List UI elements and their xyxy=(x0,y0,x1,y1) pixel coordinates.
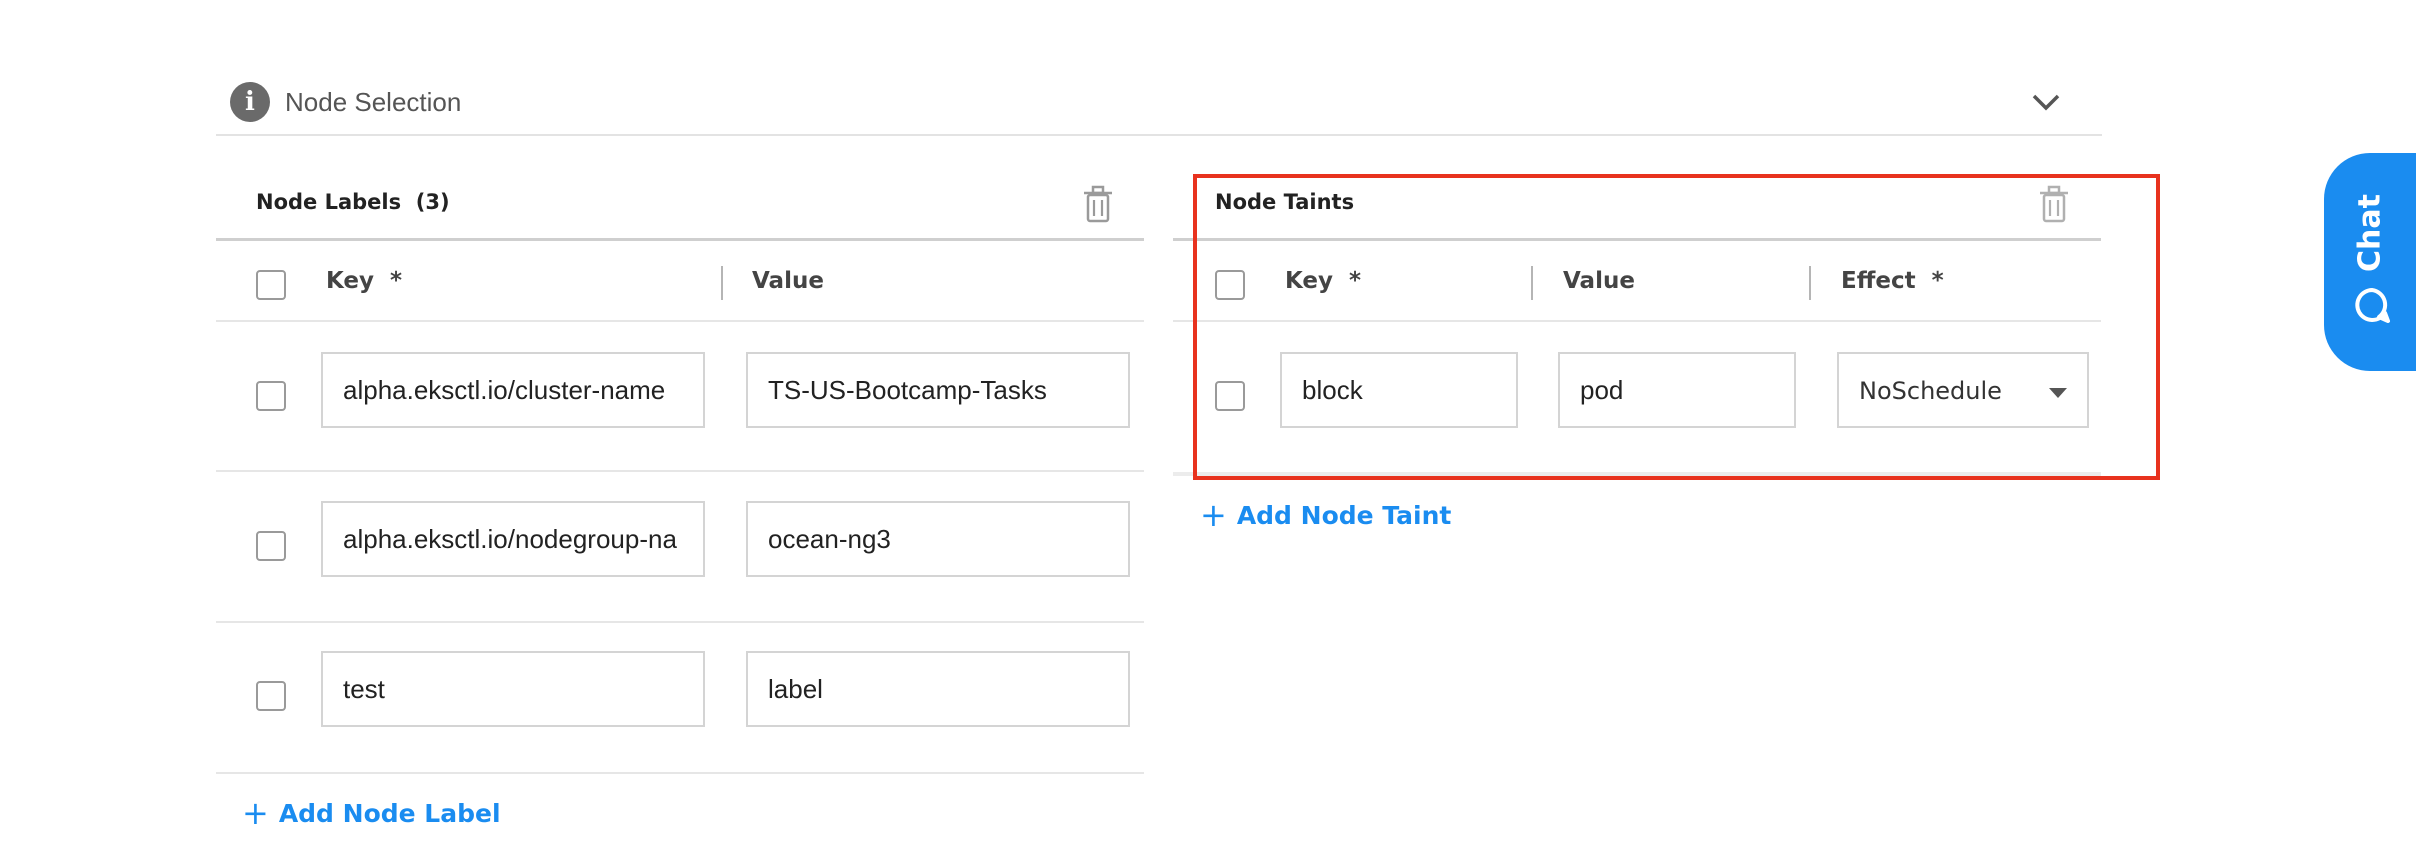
info-icon: i xyxy=(230,82,270,122)
label-key-input[interactable]: test xyxy=(321,651,705,727)
label-value-input[interactable]: TS-US-Bootcamp-Tasks xyxy=(746,352,1130,428)
label-key-input[interactable]: alpha.eksctl.io/cluster-name xyxy=(321,352,705,428)
select-all-labels-checkbox[interactable] xyxy=(256,270,286,300)
section-title: Node Selection xyxy=(285,87,462,117)
row-checkbox[interactable] xyxy=(256,681,286,711)
table-row: test label xyxy=(216,623,1144,773)
value-column-header: Value xyxy=(752,268,824,294)
label-value-input[interactable]: label xyxy=(746,651,1130,727)
highlight-box xyxy=(1193,174,2160,480)
row-checkbox[interactable] xyxy=(256,531,286,561)
label-key-input[interactable]: alpha.eksctl.io/nodegroup-na xyxy=(321,501,705,577)
key-column-header: Key * xyxy=(326,268,403,294)
plus-icon: + xyxy=(242,794,269,832)
node-selection-header[interactable]: i Node Selection xyxy=(216,70,2102,136)
row-checkbox[interactable] xyxy=(256,381,286,411)
column-separator[interactable] xyxy=(721,266,723,300)
table-row: alpha.eksctl.io/nodegroup-na ocean-ng3 xyxy=(216,472,1144,622)
node-labels-title: Node Labels (3) xyxy=(256,190,450,214)
chat-label: Chat xyxy=(2352,194,2388,272)
header-divider xyxy=(216,238,1144,241)
node-labels-panel: Node Labels (3) Key * Value alpha.eksctl… xyxy=(216,170,1144,840)
table-row: alpha.eksctl.io/cluster-name TS-US-Bootc… xyxy=(216,322,1144,472)
chat-bubble-icon xyxy=(2355,288,2390,323)
add-node-label-button[interactable]: + Add Node Label xyxy=(242,792,501,832)
label-value-input[interactable]: ocean-ng3 xyxy=(746,501,1130,577)
chevron-down-icon[interactable] xyxy=(2028,84,2064,120)
row-divider xyxy=(216,772,1144,774)
add-node-taint-button[interactable]: + Add Node Taint xyxy=(1200,494,1451,534)
chat-button[interactable]: Chat xyxy=(2324,153,2416,371)
trash-icon[interactable] xyxy=(1080,184,1116,224)
plus-icon: + xyxy=(1200,496,1227,534)
node-labels-count: (3) xyxy=(415,190,450,214)
